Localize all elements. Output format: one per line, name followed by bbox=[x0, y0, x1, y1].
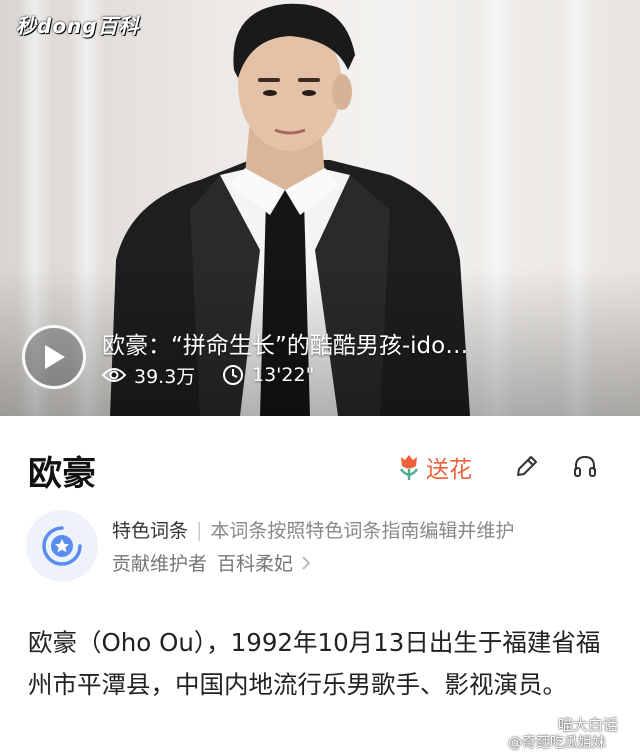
featured-tag: 特色词条 bbox=[112, 520, 189, 542]
video-title[interactable]: 欧豪：“拼命生长”的酷酷男孩-ido… bbox=[102, 326, 468, 360]
watermark-bottom: @奇葩吃瓜姐妹 bbox=[508, 735, 606, 751]
send-flower-button[interactable]: 送花 bbox=[398, 450, 472, 484]
pencil-icon[interactable] bbox=[514, 453, 540, 479]
featured-info-line: 特色词条 | 本词条按照特色词条指南编辑并维护 bbox=[112, 516, 514, 543]
watermark: 喵大白话 @奇葩吃瓜姐妹 bbox=[500, 712, 640, 752]
play-icon bbox=[45, 345, 65, 369]
star-badge-icon bbox=[42, 526, 82, 566]
clock-icon bbox=[223, 365, 243, 385]
video-duration: 13'22" bbox=[222, 362, 314, 388]
entry-title: 欧豪 bbox=[28, 454, 96, 494]
headphones-icon[interactable] bbox=[572, 453, 598, 479]
eye-icon bbox=[102, 368, 126, 382]
chevron-right-icon bbox=[302, 555, 311, 570]
wechat-icon bbox=[528, 714, 550, 731]
featured-description: 本词条按照特色词条指南编辑并维护 bbox=[210, 520, 515, 542]
contributor-label: 贡献维护者 bbox=[112, 553, 208, 575]
entry-summary: 欧豪（Oho Ou），1992年10月13日出生于福建省福州市平潭县，中国内地流… bbox=[28, 628, 601, 699]
view-count-text: 39.3万 bbox=[134, 365, 196, 388]
flower-icon bbox=[399, 455, 419, 480]
entry-header: 欧豪 送花 bbox=[0, 416, 640, 512]
site-logo: 秒dong百科 bbox=[16, 14, 140, 38]
featured-entry-banner: 特色词条 | 本词条按照特色词条指南编辑并维护 贡献维护者 百科柔妃 bbox=[0, 508, 640, 588]
contributor-link[interactable]: 贡献维护者 百科柔妃 bbox=[112, 549, 311, 576]
video-duration-text: 13'22" bbox=[252, 364, 315, 386]
divider: | bbox=[196, 518, 203, 541]
play-button[interactable] bbox=[22, 325, 86, 389]
featured-badge bbox=[26, 510, 98, 582]
contributor-name: 百科柔妃 bbox=[217, 553, 294, 575]
video-player[interactable]: 秒dong百科 欧豪：“拼命生长”的酷酷男孩-ido… 39.3万 13'22" bbox=[0, 0, 640, 416]
send-flower-label: 送花 bbox=[426, 457, 472, 483]
view-count: 39.3万 bbox=[102, 362, 195, 388]
